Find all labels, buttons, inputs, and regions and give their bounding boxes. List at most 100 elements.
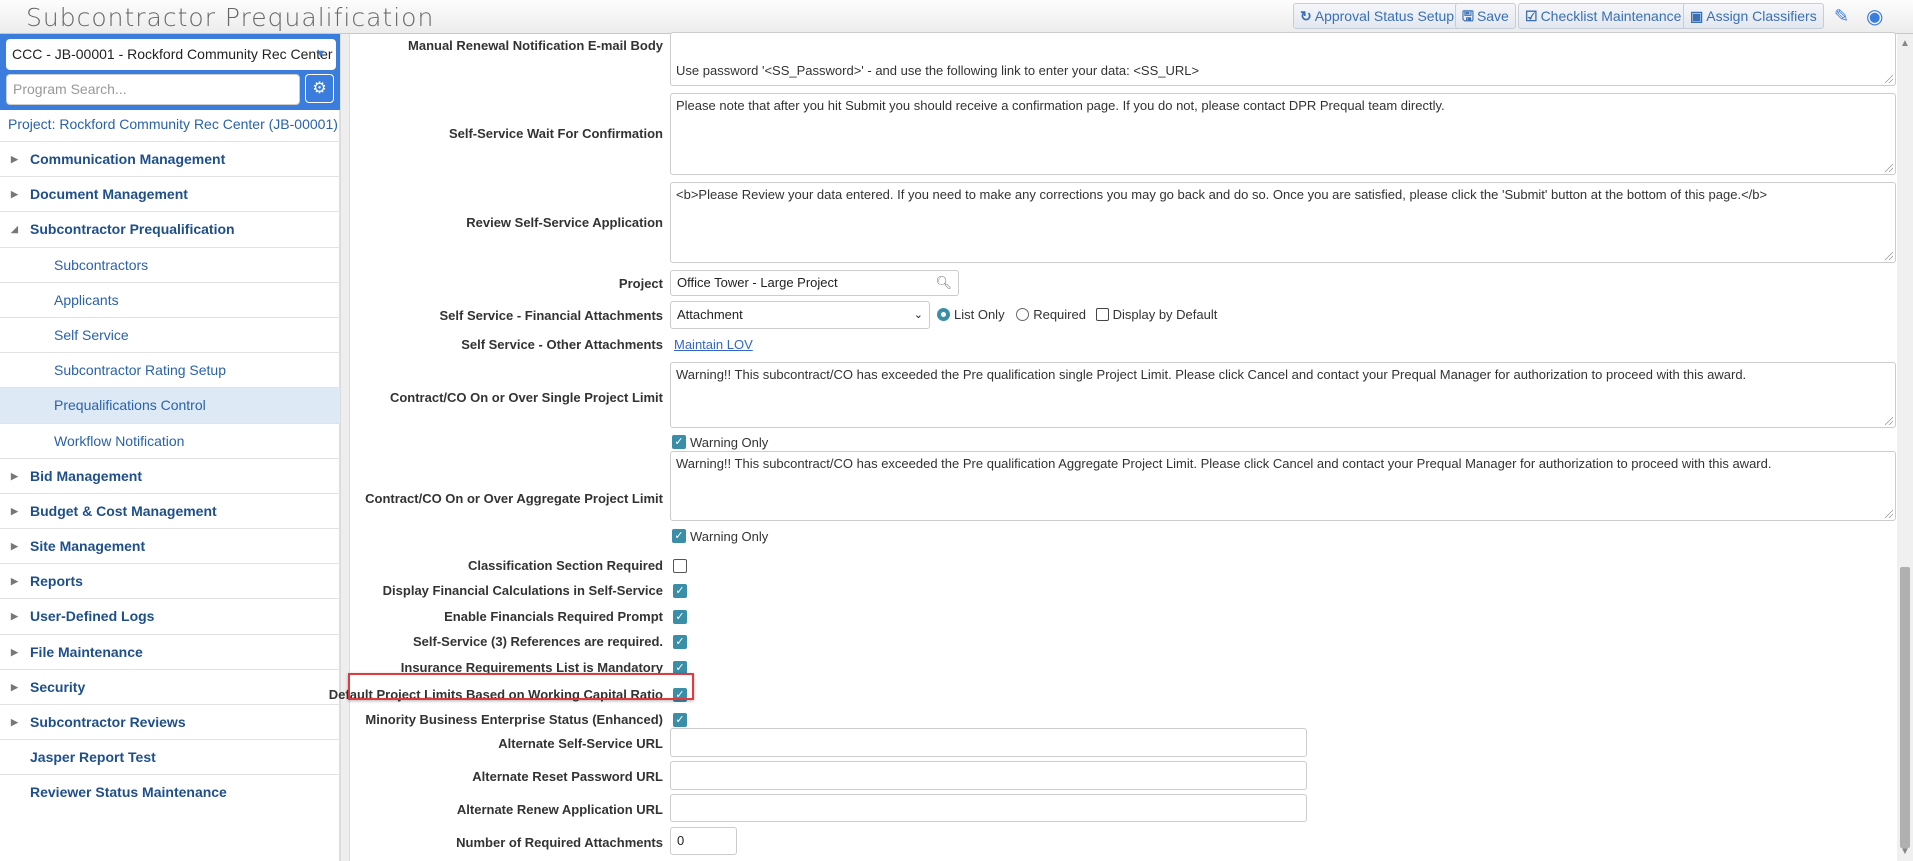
alternate-reset-password-url-input[interactable] bbox=[670, 761, 1307, 790]
sidebar-item[interactable]: Self Service bbox=[0, 316, 340, 352]
sidebar-item[interactable]: ◢ Subcontractor Prequalification bbox=[0, 211, 340, 246]
sidebar-item[interactable]: ▶ Communication Management bbox=[0, 141, 340, 176]
project-select-value: CCC - JB-00001 - Rockford Community Rec … bbox=[12, 46, 333, 62]
textarea-value: Please note that after you hit Submit yo… bbox=[676, 98, 1445, 113]
save-icon: 🖫 bbox=[1462, 8, 1474, 24]
sidebar-item[interactable]: Subcontractor Rating Setup bbox=[0, 352, 340, 387]
refresh-icon: ↻ bbox=[1300, 8, 1312, 24]
sidebar-item[interactable]: ▶ Site Management bbox=[0, 528, 340, 563]
checkbox-label: Warning Only bbox=[690, 529, 769, 544]
sidebar-item[interactable]: Applicants bbox=[0, 281, 340, 317]
sidebar-item-label: Prequalifications Control bbox=[54, 397, 206, 414]
scrollbar-thumb[interactable] bbox=[1900, 567, 1910, 848]
scroll-up-icon[interactable]: ▲ bbox=[1900, 38, 1910, 49]
sidebar-item-label: Document Management bbox=[30, 186, 188, 203]
sidebar-item[interactable]: ▶ Reports bbox=[0, 563, 340, 598]
caret-right-icon: ▶ bbox=[11, 646, 18, 657]
sidebar-item[interactable]: Jasper Report Test bbox=[0, 739, 340, 774]
sidebar-item[interactable]: ▶ Bid Management bbox=[0, 457, 340, 493]
alternate-renew-application-url-input[interactable] bbox=[670, 794, 1307, 822]
project-input[interactable]: Office Tower - Large Project 🔍︎ bbox=[670, 270, 959, 296]
field-label: Review Self-Service Application bbox=[466, 215, 663, 230]
sidebar-item[interactable]: ▶ User-Defined Logs bbox=[0, 598, 340, 633]
sidebar-item-label: Subcontractors bbox=[54, 256, 149, 273]
sidebar-item[interactable]: Reviewer Status Maintenance bbox=[0, 774, 340, 809]
required-attachments-input[interactable]: 0 bbox=[670, 827, 737, 855]
sidebar-item-label: Site Management bbox=[30, 538, 146, 555]
checklist-maintenance-button[interactable]: ☑ Checklist Maintenance bbox=[1518, 3, 1689, 29]
sidebar-item-label: Budget & Cost Management bbox=[30, 502, 217, 519]
setting-checkbox[interactable] bbox=[673, 559, 687, 573]
field-label: Manual Renewal Notification E-mail Body bbox=[408, 38, 663, 53]
sidebar-item-label: Applicants bbox=[54, 291, 119, 308]
caret-right-icon: ▶ bbox=[11, 154, 18, 164]
sidebar-item[interactable]: Prequalifications Control bbox=[0, 387, 340, 423]
program-search-input[interactable]: Program Search... bbox=[6, 74, 300, 105]
warning-only-checkbox[interactable]: ✓ bbox=[672, 435, 686, 449]
setting-checkbox[interactable]: ✓ bbox=[673, 610, 687, 624]
setting-checkbox[interactable]: ✓ bbox=[673, 713, 687, 727]
caret-right-icon: ▶ bbox=[11, 681, 18, 692]
field-label: Enable Financials Required Prompt bbox=[444, 609, 663, 624]
id-card-icon: ▣ bbox=[1690, 8, 1704, 24]
checkbox-icon: ☑ bbox=[1525, 8, 1538, 24]
wait-confirmation-textarea[interactable]: Please note that after you hit Submit yo… bbox=[670, 93, 1896, 175]
field-label: Self-Service (3) References are required… bbox=[412, 634, 663, 649]
sidebar-item[interactable]: ▶ Budget & Cost Management bbox=[0, 492, 340, 528]
alternate-self-service-url-input[interactable] bbox=[670, 728, 1307, 757]
warning-only-checkbox[interactable]: ✓ bbox=[672, 529, 686, 543]
edit-icon[interactable]: ✎ bbox=[1834, 6, 1849, 27]
sidebar-item-label: Reviewer Status Maintenance bbox=[30, 784, 227, 801]
field-label: Alternate Self-Service URL bbox=[498, 736, 663, 751]
button-label: Save bbox=[1476, 8, 1509, 24]
sidebar-item-label: Self Service bbox=[54, 326, 129, 343]
caret-right-icon: ▶ bbox=[11, 505, 18, 516]
display-by-default-checkbox[interactable] bbox=[1095, 308, 1109, 321]
field-label: Classification Section Required bbox=[467, 558, 663, 573]
review-application-textarea[interactable]: <b>Please Review your data entered. If y… bbox=[670, 182, 1896, 263]
vertical-scrollbar[interactable]: ▲ ▼ bbox=[1897, 34, 1913, 861]
project-select[interactable]: CCC - JB-00001 - Rockford Community Rec … bbox=[6, 39, 336, 70]
input-value: Office Tower - Large Project bbox=[677, 275, 838, 290]
field-label: Contract/CO On or Over Aggregate Project… bbox=[365, 491, 663, 506]
caret-down-icon: ◢ bbox=[11, 224, 18, 235]
sidebar-item[interactable]: ▶ File Maintenance bbox=[0, 633, 340, 669]
attachment-options: List Only Required Display by Default bbox=[937, 307, 1217, 322]
checkbox-label: Display by Default bbox=[1112, 307, 1218, 322]
sidebar: CCC - JB-00001 - Rockford Community Rec … bbox=[0, 34, 340, 861]
financial-attachments-select[interactable]: Attachment ⌄ bbox=[670, 301, 930, 329]
sidebar-item-label: Security bbox=[30, 678, 86, 695]
caret-right-icon: ▶ bbox=[11, 611, 18, 622]
sidebar-item[interactable]: ▶ Security bbox=[0, 668, 340, 704]
approval-status-setup-button[interactable]: ↻ Approval Status Setup bbox=[1293, 3, 1462, 29]
user-profile-icon[interactable]: ◉ bbox=[1866, 4, 1883, 29]
maintain-lov-link[interactable]: Maintain LOV bbox=[674, 337, 753, 352]
list-only-radio[interactable] bbox=[937, 308, 950, 321]
manual-renewal-textarea[interactable]: Use password '<SS_Password>' - and use t… bbox=[670, 32, 1896, 86]
sidebar-item[interactable]: Subcontractors bbox=[0, 246, 340, 282]
save-button[interactable]: 🖫 Save bbox=[1455, 3, 1516, 29]
app-header: Subcontractor Prequalification ↻ Approval… bbox=[0, 0, 1913, 34]
caret-right-icon: ▶ bbox=[11, 470, 18, 481]
sidebar-controls: CCC - JB-00001 - Rockford Community Rec … bbox=[0, 34, 340, 110]
single-limit-textarea[interactable]: Warning!! This subcontract/CO has exceed… bbox=[670, 362, 1896, 428]
search-icon[interactable]: 🔍︎ bbox=[935, 271, 952, 295]
panel-divider[interactable] bbox=[340, 34, 350, 861]
textarea-value: <b>Please Review your data entered. If y… bbox=[676, 187, 1768, 202]
setting-checkbox[interactable]: ✓ bbox=[673, 635, 687, 649]
required-radio[interactable] bbox=[1016, 308, 1030, 321]
assign-classifiers-button[interactable]: ▣ Assign Classifiers bbox=[1683, 3, 1824, 29]
sidebar-item[interactable]: ▶ Document Management bbox=[0, 176, 340, 211]
field-label: Alternate Reset Password URL bbox=[472, 769, 663, 784]
project-link[interactable]: Project: Rockford Community Rec Center (… bbox=[8, 116, 338, 132]
field-label: Number of Required Attachments bbox=[456, 835, 663, 850]
aggregate-limit-textarea[interactable]: Warning!! This subcontract/CO has exceed… bbox=[670, 451, 1896, 521]
sidebar-item[interactable]: Workflow Notification bbox=[0, 422, 340, 458]
sidebar-nav: ▶ Communication Management ▶ Document Manag… bbox=[0, 141, 340, 810]
sidebar-item-label: Subcontractor Rating Setup bbox=[54, 362, 226, 379]
setting-checkbox[interactable]: ✓ bbox=[673, 584, 687, 598]
gear-icon[interactable]: ⚙ bbox=[305, 74, 334, 103]
scroll-down-icon[interactable]: ▼ bbox=[1900, 846, 1910, 857]
sidebar-item[interactable]: ▶ Subcontractor Reviews bbox=[0, 704, 340, 739]
sidebar-item-label: File Maintenance bbox=[30, 643, 143, 660]
